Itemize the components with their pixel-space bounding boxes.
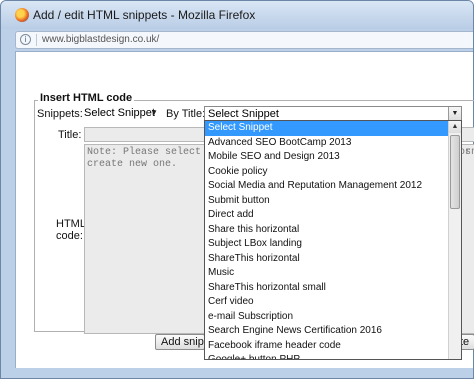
dropdown-scrollbar[interactable]: ▲: [448, 121, 461, 359]
dropdown-option[interactable]: Facebook iframe header code: [205, 339, 449, 354]
dropdown-option[interactable]: Advanced SEO BootCamp 2013: [205, 136, 449, 151]
snippets-label: Snippets:: [37, 108, 83, 120]
dropdown-option[interactable]: Share this horizontal: [205, 223, 449, 238]
dropdown-option[interactable]: Submit button: [205, 194, 449, 209]
url-text[interactable]: www.bigblastdesign.co.uk/: [42, 34, 159, 45]
dropdown-option[interactable]: Direct add: [205, 208, 449, 223]
dropdown-option[interactable]: e-mail Subscription: [205, 310, 449, 325]
title-bar: Add / edit HTML snippets - Mozilla Firef…: [1, 1, 473, 29]
add-snippet-button[interactable]: Add snippet: [155, 334, 205, 350]
code-label: code:: [56, 230, 83, 242]
chevron-down-icon: ▼: [150, 108, 158, 117]
dropdown-option[interactable]: Cerf video: [205, 295, 449, 310]
dropdown-option[interactable]: Subject LBox landing: [205, 237, 449, 252]
dropdown-option[interactable]: ShareThis horizontal small: [205, 281, 449, 296]
fieldset-legend: Insert HTML code: [38, 92, 135, 104]
by-title-label: By Title:: [166, 108, 206, 120]
dropdown-option[interactable]: Cookie policy: [205, 165, 449, 180]
window-title: Add / edit HTML snippets - Mozilla Firef…: [33, 8, 256, 22]
scroll-thumb[interactable]: [450, 135, 460, 209]
dropdown-option[interactable]: Music: [205, 266, 449, 281]
dropdown-options: Select Snippet Advanced SEO BootCamp 2013…: [205, 121, 449, 359]
dropdown-option[interactable]: Mobile SEO and Design 2013: [205, 150, 449, 165]
firefox-icon: [15, 8, 29, 22]
dropdown-option[interactable]: Select Snippet: [205, 121, 449, 136]
dropdown-option[interactable]: ShareThis horizontal: [205, 252, 449, 267]
dropdown-option[interactable]: Google+ button PHP: [205, 353, 449, 359]
snippet-dropdown-list[interactable]: Select Snippet Advanced SEO BootCamp 2013…: [204, 120, 462, 360]
html-label: HTML: [56, 218, 86, 230]
by-title-select-value: Select Snippet: [208, 108, 279, 120]
side-text-fragment: sn: [465, 147, 474, 158]
address-divider: [36, 34, 37, 46]
scroll-up-arrow-icon[interactable]: ▲: [449, 121, 461, 133]
title-label: Title:: [58, 129, 82, 141]
site-info-icon[interactable]: i: [20, 34, 31, 45]
address-bar[interactable]: i www.bigblastdesign.co.uk/: [15, 31, 473, 49]
chevron-down-icon[interactable]: ▼: [448, 107, 461, 121]
snippets-select-value: Select Snippet: [84, 107, 155, 119]
dropdown-option[interactable]: Search Engine News Certification 2016: [205, 324, 449, 339]
snippets-select[interactable]: Select Snippet ▼: [81, 106, 160, 122]
dropdown-option[interactable]: Social Media and Reputation Management 2…: [205, 179, 449, 194]
